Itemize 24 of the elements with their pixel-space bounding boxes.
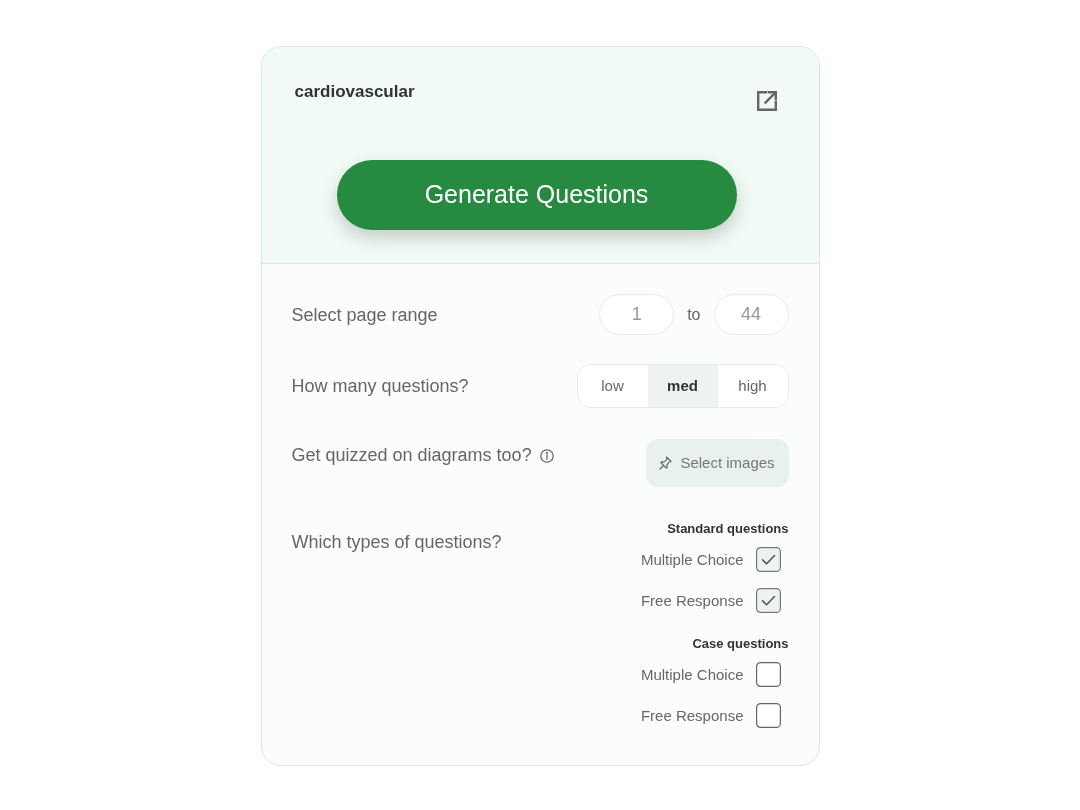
option-label: Multiple Choice — [640, 665, 744, 684]
question-types-label: Which types of questions? — [291, 531, 502, 553]
option-label: Free Response — [640, 706, 744, 725]
diagrams-label: Get quizzed on diagrams too? — [291, 444, 532, 466]
end-page-field[interactable]: 44 — [713, 294, 789, 335]
group-heading: Case questions — [691, 636, 789, 652]
checkbox[interactable] — [755, 662, 781, 687]
group-heading: Standard questions — [666, 521, 789, 537]
option-label: Multiple Choice — [640, 550, 744, 569]
checkbox[interactable] — [755, 703, 781, 728]
pin-icon — [659, 456, 673, 470]
external-link-icon[interactable] — [754, 89, 779, 113]
checkbox[interactable] — [755, 547, 781, 572]
page-range-label: Select page range — [291, 303, 438, 326]
question-count-label: How many questions? — [291, 375, 469, 397]
info-icon[interactable] — [539, 449, 554, 463]
select-images-button[interactable]: Select images — [645, 439, 789, 487]
range-separator: to — [687, 304, 701, 325]
start-page-field[interactable]: 1 — [599, 294, 675, 335]
checkbox[interactable] — [755, 588, 781, 613]
document-title: cardiovascular — [294, 82, 415, 102]
option-label: Free Response — [640, 591, 744, 610]
generate-questions-button[interactable]: Generate Questions — [336, 160, 737, 230]
question-count-option[interactable]: med — [647, 365, 718, 407]
